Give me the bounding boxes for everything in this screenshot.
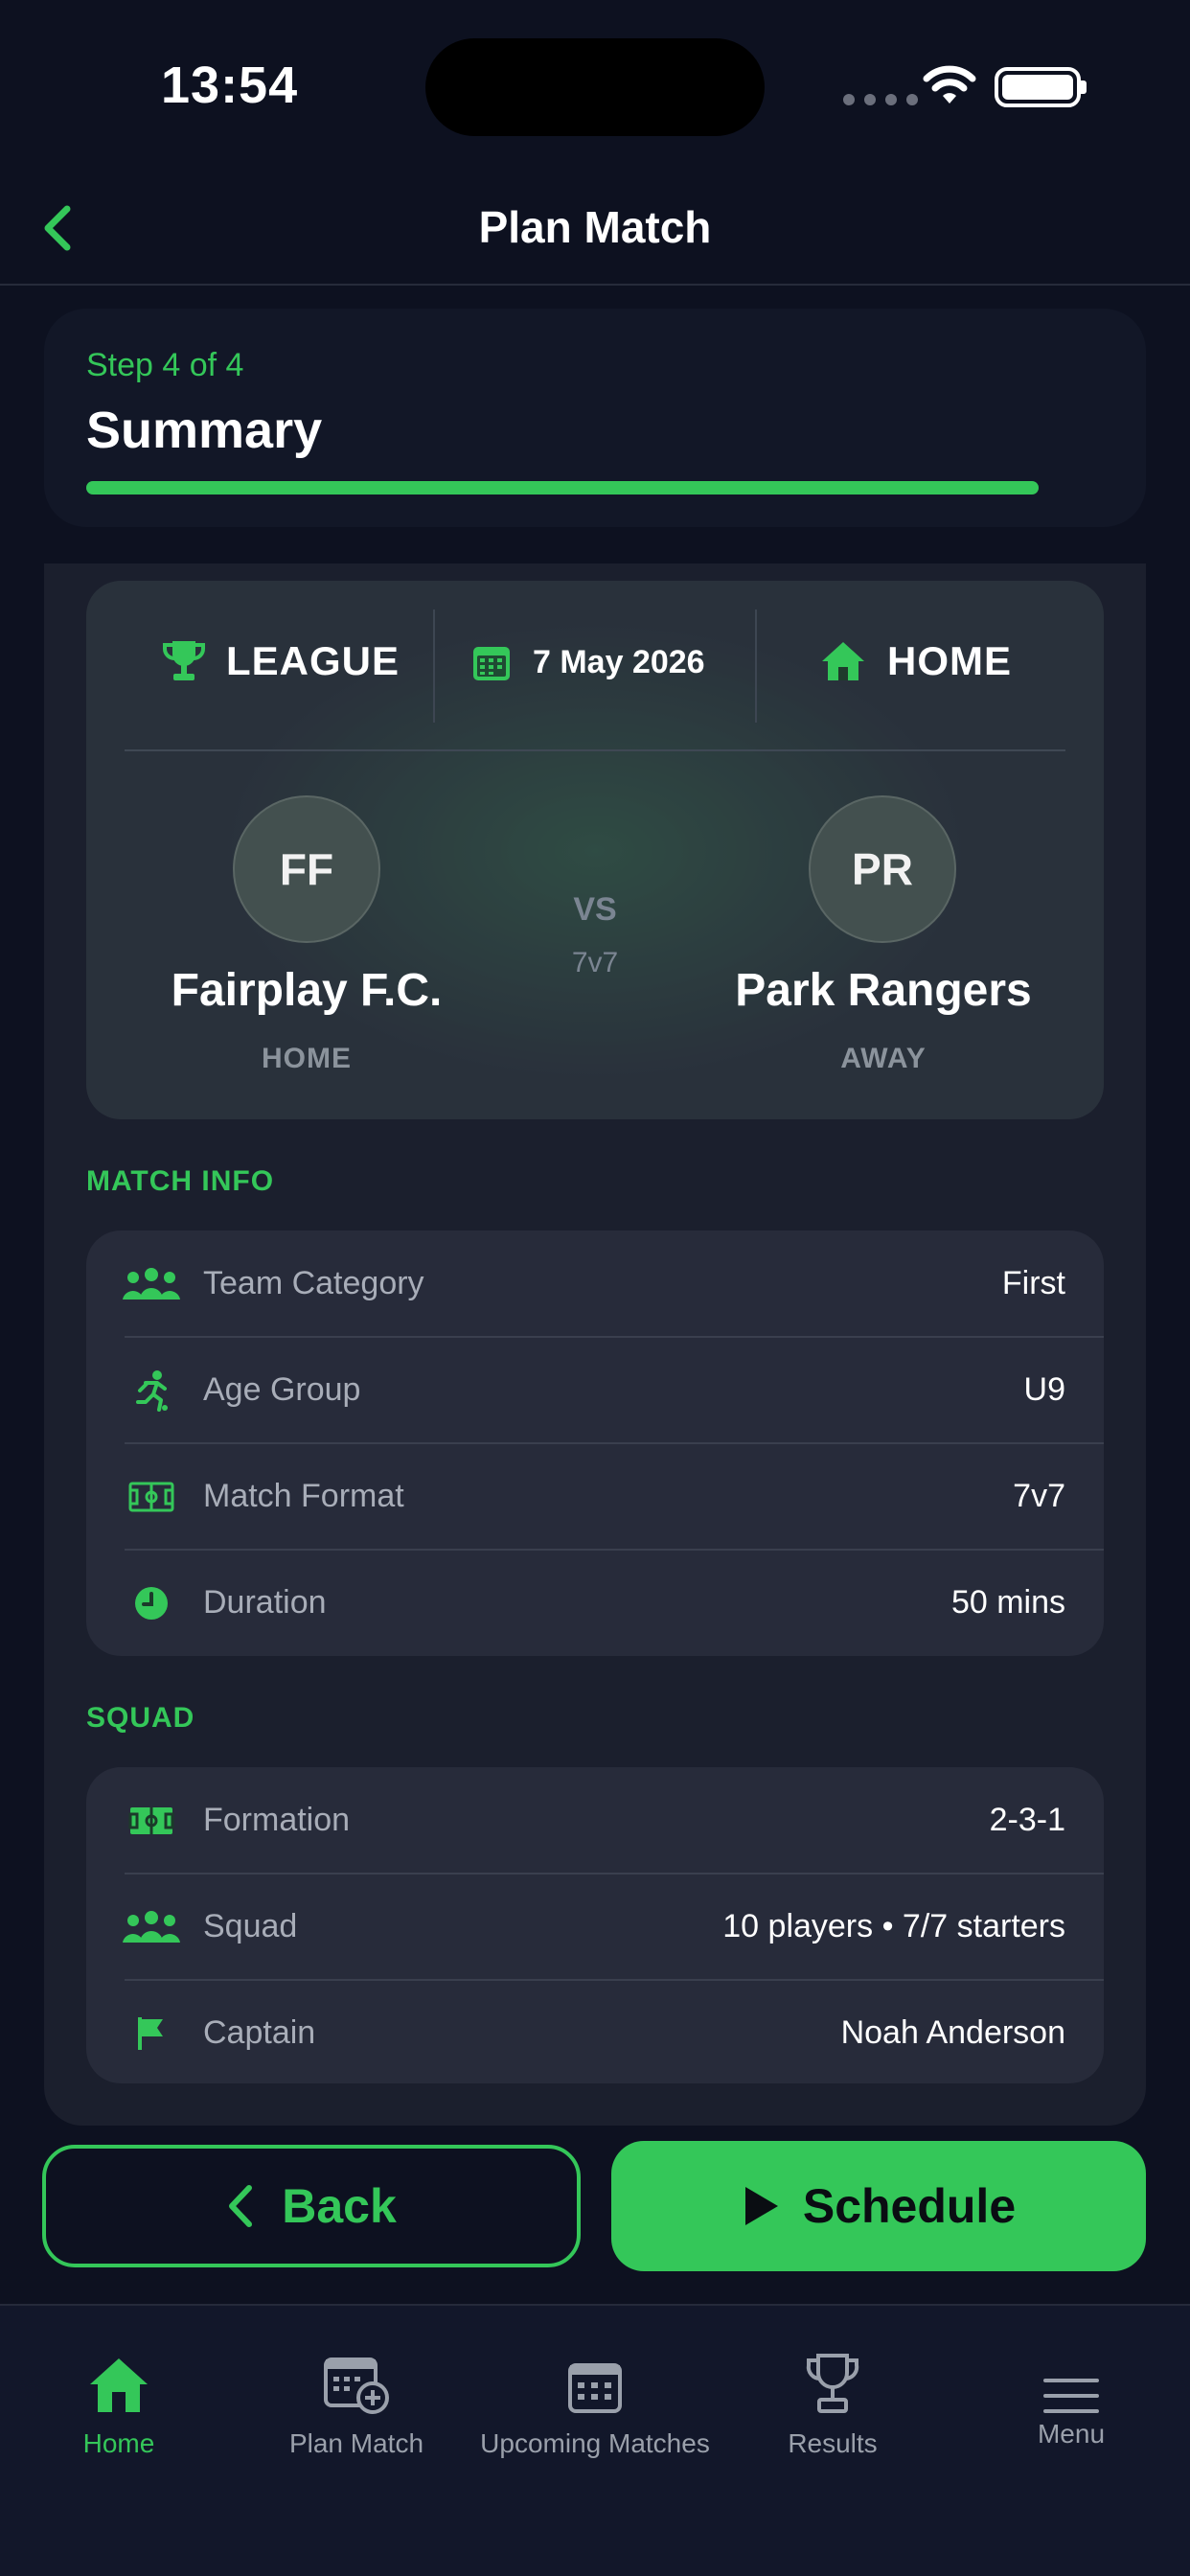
clock-icon — [135, 1586, 168, 1620]
info-row-age-group: Age Group U9 — [86, 1337, 1104, 1443]
meta-separator — [433, 610, 435, 723]
tab-upcoming-matches[interactable]: Upcoming Matches — [476, 2338, 714, 2459]
row-label: Match Format — [203, 1478, 404, 1514]
match-card-divider — [125, 749, 1065, 751]
tab-label: Home — [82, 2428, 155, 2458]
match-info-heading: MATCH INFO — [86, 1165, 275, 1197]
row-value: 50 mins — [950, 1584, 1065, 1621]
away-team-side: AWAY — [840, 1043, 927, 1074]
row-value: Noah Anderson — [840, 2014, 1065, 2051]
row-label: Captain — [203, 2014, 316, 2051]
tab-label: Plan Match — [288, 2428, 424, 2458]
row-label: Duration — [203, 1584, 327, 1621]
squad-card: Formation 2-3-1 Squad 10 players • 7/7 s… — [86, 1767, 1104, 2083]
row-value: 10 players • 7/7 starters — [722, 1908, 1065, 1944]
competition-label: LEAGUE — [226, 638, 400, 683]
calendar-icon — [473, 647, 510, 680]
step-title: Summary — [86, 402, 323, 459]
wifi-icon — [923, 65, 976, 104]
meta-separator — [755, 610, 757, 723]
tab-label: Menu — [1037, 2419, 1106, 2449]
dynamic-island — [425, 38, 765, 136]
chevron-left-icon — [229, 2185, 253, 2227]
row-label: Formation — [203, 1802, 351, 1838]
step-label: Step 4 of 4 — [86, 347, 244, 383]
row-value: 7v7 — [1013, 1478, 1065, 1514]
tab-label: Upcoming Matches — [480, 2428, 710, 2458]
vs-label: VS — [573, 891, 617, 928]
venue-meta: HOME — [820, 638, 1012, 684]
nav-divider — [0, 284, 1190, 286]
team-icon — [123, 1910, 180, 1943]
pitch-icon — [128, 1482, 174, 1511]
squad-row-formation: Formation 2-3-1 — [86, 1767, 1104, 1874]
tab-label: Results — [788, 2428, 878, 2458]
match-date: 7 May 2026 — [533, 643, 705, 680]
tab-menu[interactable]: Menu — [952, 2338, 1190, 2450]
tab-results[interactable]: Results — [714, 2338, 951, 2459]
back-button[interactable]: Back — [42, 2145, 581, 2267]
calendar-icon — [568, 2363, 622, 2413]
flag-icon — [138, 2016, 163, 2050]
info-row-match-format: Match Format 7v7 — [86, 1443, 1104, 1550]
format-label: 7v7 — [571, 947, 619, 978]
date-meta: 7 May 2026 — [471, 642, 705, 682]
home-icon — [822, 642, 864, 680]
back-button-label: Back — [282, 2179, 397, 2233]
page-title: Plan Match — [478, 202, 712, 252]
progress-bar — [86, 481, 1039, 494]
schedule-button[interactable]: Schedule — [611, 2141, 1146, 2271]
row-label: Age Group — [203, 1371, 361, 1408]
row-label: Team Category — [203, 1265, 424, 1301]
squad-heading: SQUAD — [86, 1702, 195, 1734]
squad-row-captain: Captain Noah Anderson — [86, 1980, 1104, 2086]
home-team-badge: FF — [233, 795, 380, 943]
venue-label: HOME — [887, 638, 1012, 683]
home-team-side: HOME — [262, 1043, 352, 1074]
competition-meta: LEAGUE — [163, 638, 400, 684]
status-time: 13:54 — [161, 57, 299, 114]
trophy-icon — [806, 2354, 859, 2413]
runner-icon — [136, 1369, 168, 1412]
calendar-plus-icon — [324, 2358, 389, 2414]
signal-icon — [843, 94, 918, 105]
away-team-name: Park Rangers — [735, 965, 1032, 1016]
row-value: 2-3-1 — [989, 1802, 1065, 1838]
menu-icon — [1043, 2379, 1099, 2413]
schedule-button-label: Schedule — [802, 2179, 1017, 2233]
match-info-card: Team Category First Age Group U9 Match F… — [86, 1230, 1104, 1656]
home-team-name: Fairplay F.C. — [171, 965, 443, 1016]
tab-home[interactable]: Home — [0, 2338, 238, 2459]
formation-icon — [128, 1806, 174, 1834]
info-row-team-category: Team Category First — [86, 1230, 1104, 1337]
home-icon — [90, 2358, 148, 2412]
row-label: Squad — [203, 1908, 298, 1944]
row-value: First — [1001, 1265, 1065, 1301]
away-team-badge: PR — [809, 795, 956, 943]
row-value: U9 — [1023, 1371, 1065, 1408]
squad-row-squad: Squad 10 players • 7/7 starters — [86, 1874, 1104, 1980]
trophy-icon — [163, 641, 205, 680]
tab-plan-match[interactable]: Plan Match — [238, 2338, 475, 2459]
info-row-duration: Duration 50 mins — [86, 1550, 1104, 1656]
play-icon — [744, 2187, 778, 2225]
battery-icon — [995, 67, 1087, 107]
team-icon — [123, 1267, 180, 1300]
